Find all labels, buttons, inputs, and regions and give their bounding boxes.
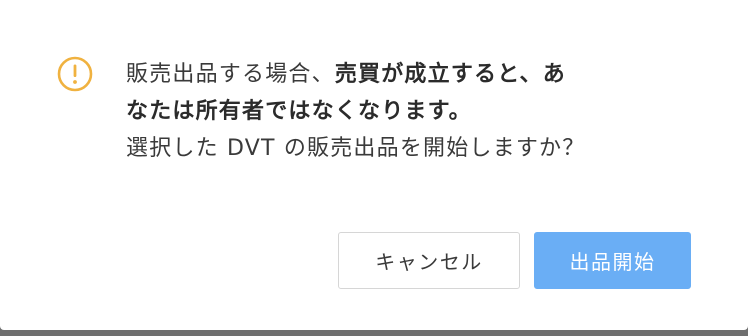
message-line-1: 販売出品する場合、売買が成立すると、あ — [126, 56, 711, 93]
message-line-3: 選択した DVT の販売出品を開始しますか？ — [126, 136, 586, 161]
exclamation-circle-icon — [57, 56, 93, 92]
message-line-1-normal: 販売出品する場合、 — [126, 62, 335, 87]
confirm-dialog: 販売出品する場合、売買が成立すると、あ なたは所有者ではなくなります。 選択した… — [0, 0, 748, 330]
message-line-2: なたは所有者ではなくなります。 — [126, 99, 472, 124]
message-line-1-bold: 売買が成立すると、あ — [334, 62, 566, 87]
dialog-message: 販売出品する場合、売買が成立すると、あ なたは所有者ではなくなります。 選択した… — [126, 56, 711, 167]
cancel-button[interactable]: キャンセル — [338, 232, 520, 289]
start-listing-button[interactable]: 出品開始 — [534, 232, 691, 289]
